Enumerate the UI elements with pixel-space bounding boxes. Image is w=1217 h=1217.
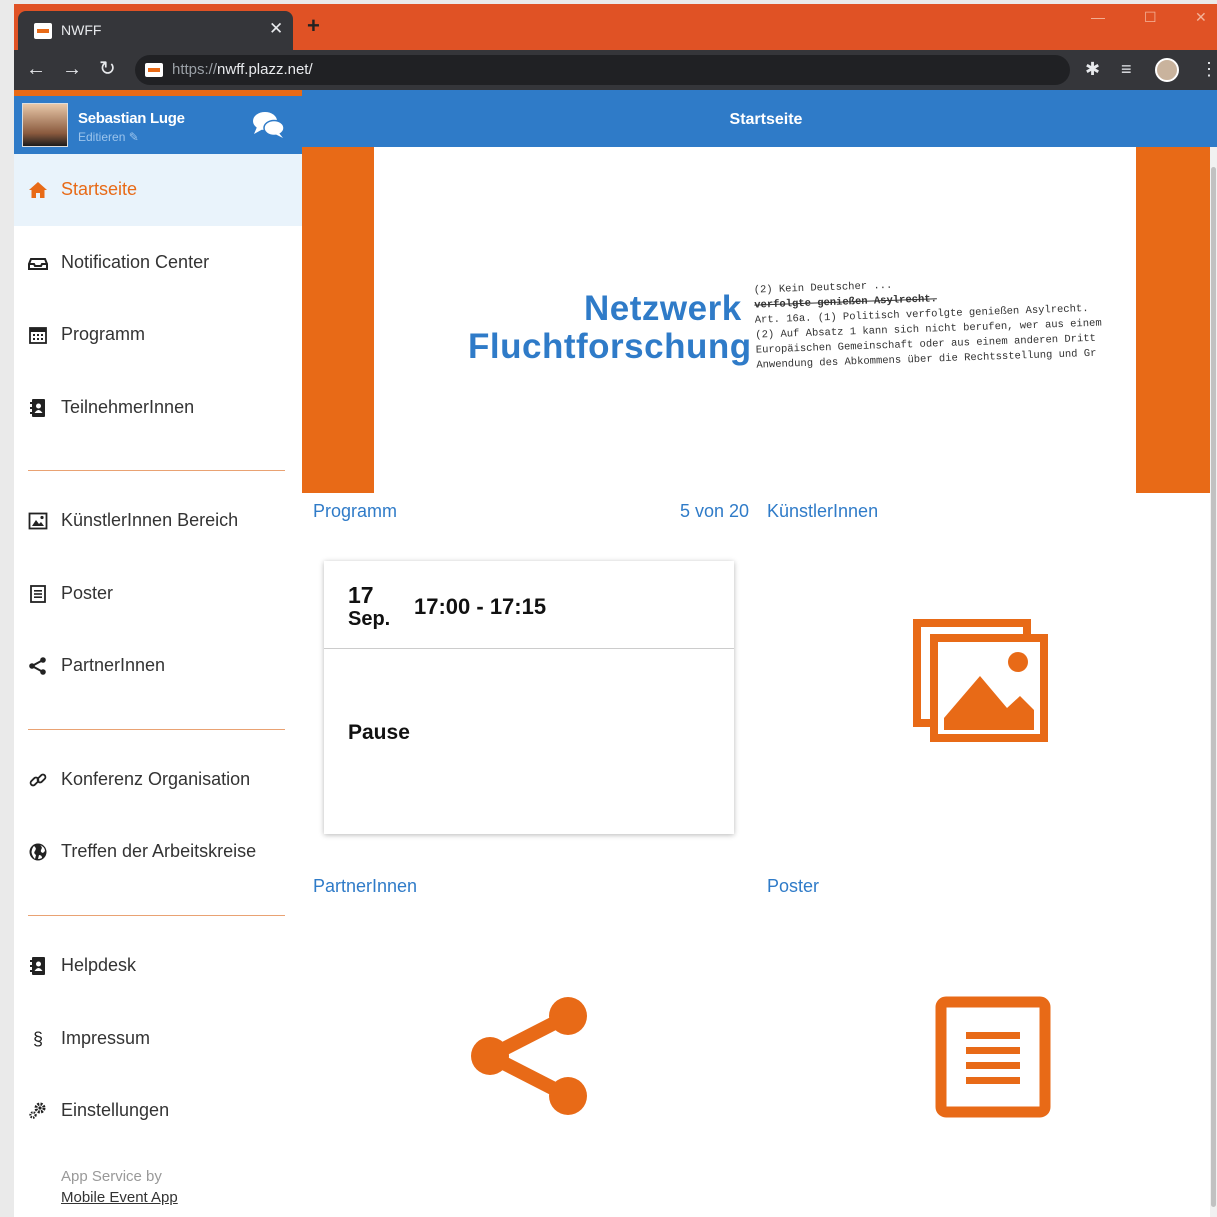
tab-strip: NWFF ✕ + — ☐ ✕	[14, 4, 1217, 50]
sidebar-item-label: Notification Center	[61, 252, 210, 272]
scroll-thumb[interactable]	[1211, 167, 1216, 1207]
banner-document-text: (2) Kein Deutscher ... verfolgte genieße…	[753, 279, 1102, 372]
kuenstlerinnen-section-title[interactable]: KünstlerInnen	[767, 501, 878, 522]
new-tab-button[interactable]: +	[307, 15, 320, 37]
poster-section-title[interactable]: Poster	[767, 876, 819, 897]
sidebar-divider	[28, 729, 285, 730]
favicon-icon	[34, 23, 52, 39]
document-icon[interactable]	[935, 996, 1051, 1120]
inbox-icon	[28, 258, 48, 270]
sidebar-item-label: Einstellungen	[61, 1100, 170, 1120]
sidebar-item-label: Startseite	[61, 179, 138, 199]
close-tab-button[interactable]: ✕	[269, 19, 283, 39]
url-text: https://nwff.plazz.net/	[172, 61, 313, 78]
sidebar-item-kuenstlerinnen-bereich[interactable]: KünstlerInnen Bereich	[14, 485, 302, 557]
sidebar-item-konferenz-organisation[interactable]: Konferenz Organisation	[14, 744, 302, 816]
sidebar-item-label: Helpdesk	[61, 955, 137, 975]
sidebar-item-notification-center[interactable]: Notification Center	[14, 227, 302, 299]
main-header: Startseite	[302, 90, 1217, 148]
reload-icon[interactable]: ↻	[99, 57, 116, 81]
close-window-icon[interactable]: ✕	[1195, 9, 1207, 26]
address-bar[interactable]: https://nwff.plazz.net/	[135, 55, 1070, 85]
sidebar-item-einstellungen[interactable]: Einstellungen	[14, 1075, 302, 1147]
maximize-icon[interactable]: ☐	[1144, 9, 1157, 26]
calendar-icon	[29, 327, 47, 344]
sidebar-item-label: Konferenz Organisation	[61, 769, 251, 789]
page-title: Startseite	[729, 111, 803, 128]
sidebar-item-label: Impressum	[61, 1028, 151, 1048]
partnerinnen-section-title[interactable]: PartnerInnen	[313, 876, 417, 897]
card-divider	[324, 648, 734, 649]
sidebar-item-label: Poster	[61, 583, 114, 603]
chat-icon[interactable]	[252, 110, 286, 140]
sidebar-item-impressum[interactable]: § Impressum	[14, 1003, 302, 1075]
share-icon[interactable]	[468, 994, 592, 1118]
minimize-icon[interactable]: —	[1091, 9, 1105, 25]
profile-avatar-icon[interactable]	[1155, 58, 1179, 82]
sidebar-divider	[28, 470, 285, 471]
banner-title-line2: Fluchtforschung	[468, 327, 752, 366]
gears-icon	[29, 1102, 46, 1119]
sidebar-divider	[28, 915, 285, 916]
menu-kebab-icon[interactable]: ⋮	[1200, 59, 1217, 80]
session-title: Pause	[348, 721, 410, 744]
browser-toolbar: ← → ↻ https://nwff.plazz.net/ ✱ ≡ ⋮	[14, 50, 1217, 90]
sidebar-item-label: Treffen der Arbeitskreise	[61, 841, 257, 861]
paragraph-icon: §	[32, 1029, 43, 1049]
tab-title: NWFF	[61, 22, 102, 38]
banner-image: Netzwerk Fluchtforschung (2) Kein Deutsc…	[302, 147, 1210, 493]
address-book-icon	[30, 399, 45, 417]
back-icon[interactable]: ←	[26, 57, 46, 81]
media-control-icon[interactable]: ≡	[1121, 59, 1132, 80]
address-book-icon	[30, 957, 45, 975]
share-icon	[29, 657, 46, 675]
banner-left-stripe	[302, 147, 374, 493]
service-text: App Service by	[61, 1168, 162, 1185]
sidebar-item-partnerinnen[interactable]: PartnerInnen	[14, 630, 302, 702]
sidebar-item-label: Programm	[61, 324, 146, 344]
scrollbar[interactable]	[1210, 147, 1217, 1217]
forward-icon[interactable]: →	[62, 57, 82, 81]
sidebar-item-label: KünstlerInnen Bereich	[61, 510, 239, 530]
sidebar-item-startseite[interactable]: Startseite	[14, 154, 302, 226]
sidebar: Sebastian Luge Editieren ✎ Startseite No…	[14, 90, 302, 1217]
image-icon	[28, 512, 48, 530]
mobile-event-app-link[interactable]: Mobile Event App	[61, 1189, 178, 1206]
banner-title-line1: Netzwerk	[584, 289, 742, 328]
session-time: 17:00 - 17:15	[414, 594, 547, 619]
globe-icon	[29, 843, 47, 861]
sidebar-item-label: TeilnehmerInnen	[61, 397, 195, 417]
image-gallery-icon[interactable]	[912, 618, 1052, 744]
programm-section-title[interactable]: Programm	[313, 501, 397, 522]
banner-right-stripe	[1136, 147, 1210, 493]
sidebar-item-programm[interactable]: Programm	[14, 299, 302, 371]
sidebar-item-treffen-der-arbeitskreise[interactable]: Treffen der Arbeitskreise	[14, 816, 302, 888]
site-favicon-icon	[145, 63, 163, 77]
home-icon	[29, 182, 47, 198]
sidebar-item-teilnehmerinnen[interactable]: TeilnehmerInnen	[14, 372, 302, 444]
sidebar-item-helpdesk[interactable]: Helpdesk	[14, 930, 302, 1002]
session-day: 17	[348, 582, 374, 608]
browser-window: NWFF ✕ + — ☐ ✕ ← → ↻ https://nwff.plazz.…	[14, 4, 1217, 1217]
link-icon	[29, 773, 47, 787]
avatar[interactable]	[22, 103, 68, 147]
extensions-icon[interactable]: ✱	[1085, 59, 1100, 80]
sidebar-item-label: PartnerInnen	[61, 655, 166, 675]
program-session-card[interactable]: 17 Sep. 17:00 - 17:15 Pause	[324, 561, 734, 834]
edit-profile-link[interactable]: Editieren ✎	[78, 130, 139, 144]
session-month: Sep.	[348, 608, 391, 630]
sidebar-item-poster[interactable]: Poster	[14, 558, 302, 630]
programm-counter: 5 von 20	[680, 501, 750, 521]
browser-tab[interactable]: NWFF ✕	[18, 11, 293, 50]
user-header[interactable]: Sebastian Luge Editieren ✎	[14, 96, 302, 154]
user-name: Sebastian Luge	[78, 110, 185, 127]
document-icon	[30, 585, 46, 603]
main-content: Startseite Netzwerk Fluchtforschung (2) …	[302, 90, 1217, 1217]
